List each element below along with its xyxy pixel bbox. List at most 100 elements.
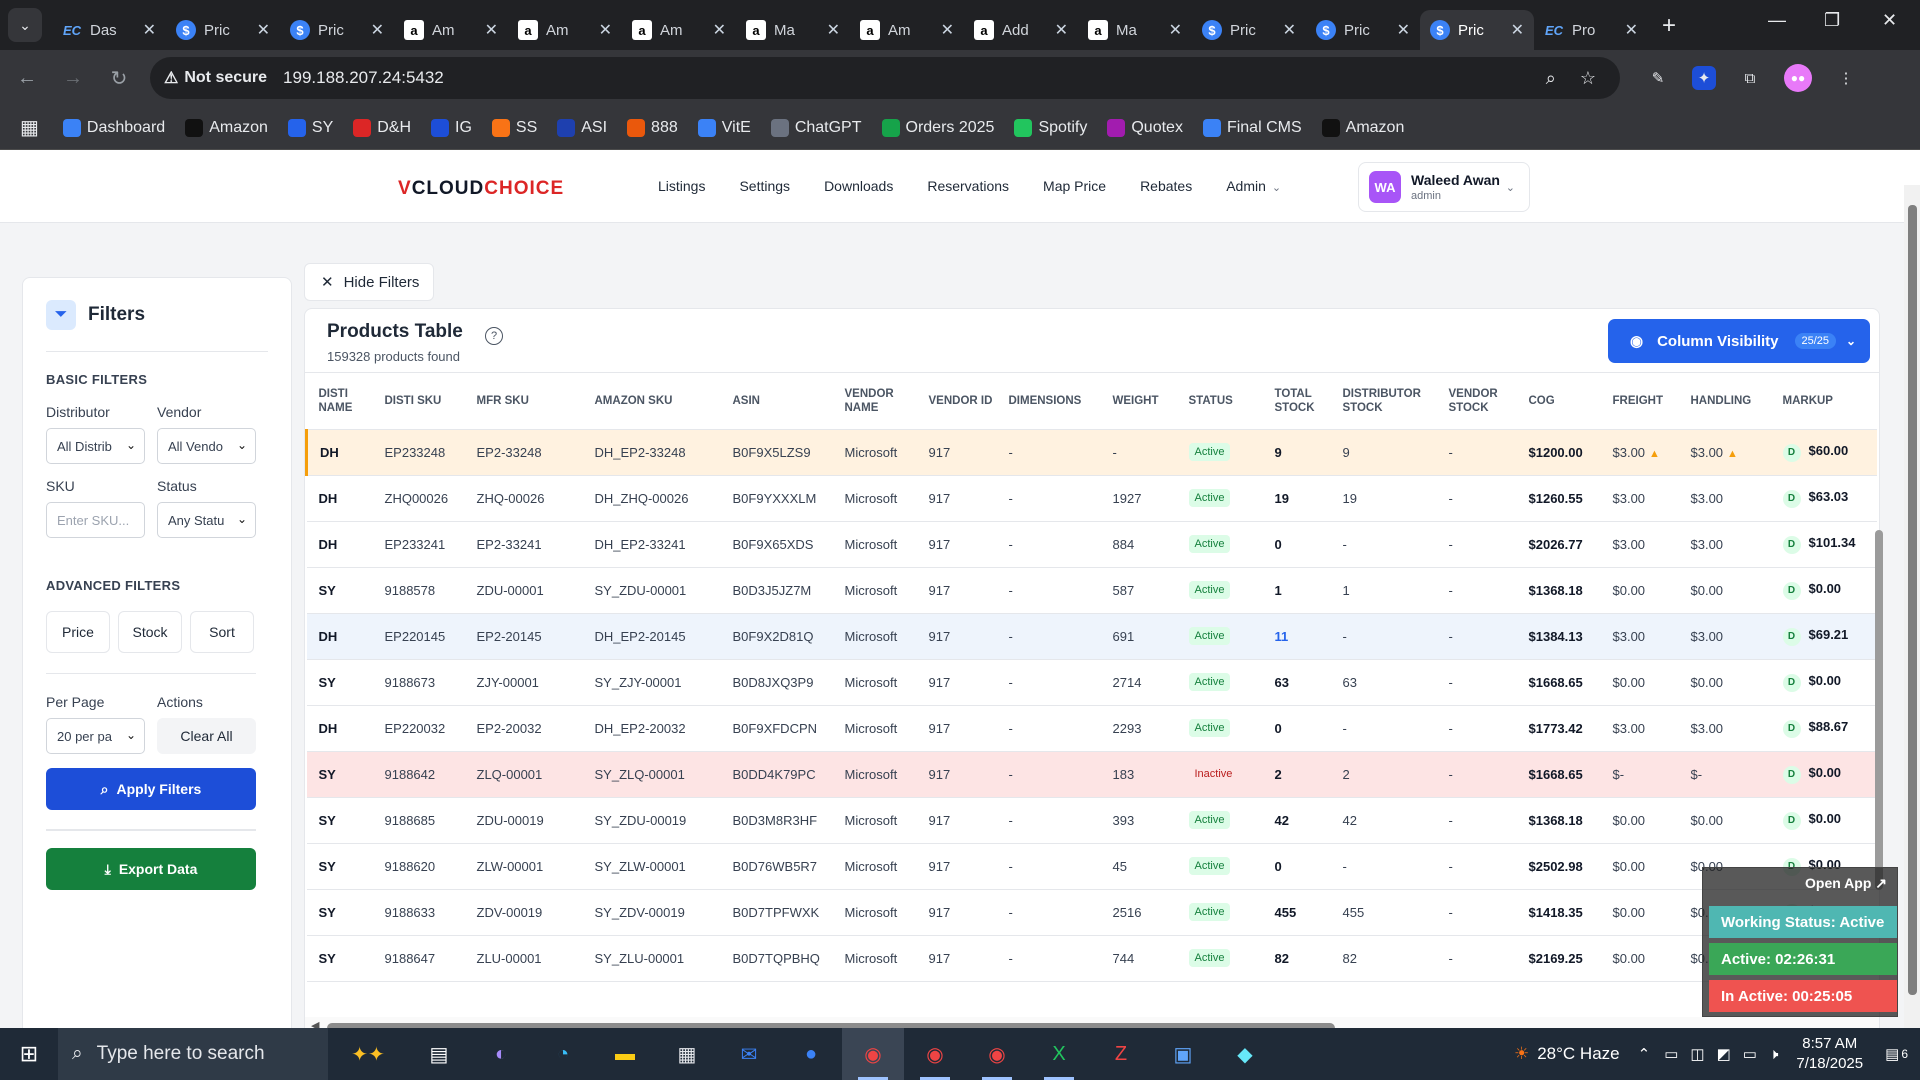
widget-sparkle-icon[interactable]: ✦✦ — [328, 1028, 408, 1080]
copilot-icon[interactable]: ◐ — [470, 1028, 532, 1080]
table-vertical-scroll-thumb[interactable] — [1875, 530, 1883, 890]
column-header[interactable]: DISTRIBUTOR STOCK — [1330, 373, 1437, 430]
extension-feather-icon[interactable]: ✎ — [1646, 66, 1670, 90]
close-window-icon[interactable]: ✕ — [1882, 10, 1897, 31]
back-icon[interactable]: ← — [8, 67, 46, 90]
table-row[interactable]: DH EP220032 EP2-20032 DH_EP2-20032 B0F9XFDCP… — [306, 705, 1877, 752]
calculator-icon[interactable]: ▣ — [1152, 1028, 1214, 1080]
vcloudchoice-logo[interactable]: VCLOUDCHOICE — [398, 178, 564, 200]
table-row[interactable]: DH EP233248 EP2-33248 DH_EP2-33248 B0F9X5LZS… — [305, 429, 1877, 476]
close-tab-icon[interactable]: ✕ — [143, 20, 156, 40]
nav-map-price[interactable]: Map Price — [1043, 178, 1106, 194]
monitor-icon[interactable]: ▭ — [1664, 1045, 1678, 1063]
close-tab-icon[interactable]: ✕ — [1397, 20, 1410, 40]
column-header[interactable]: VENDOR NAME — [832, 373, 917, 430]
browser-tab[interactable]: a Am ✕ — [622, 10, 736, 50]
capture-icon[interactable]: ◩ — [1717, 1045, 1731, 1063]
nav-admin[interactable]: Admin ⌄ — [1226, 178, 1281, 194]
new-tab-button[interactable]: + — [1662, 12, 1676, 40]
column-header[interactable]: DISTI SKU — [372, 373, 465, 430]
bookmark-item[interactable]: Orders 2025 — [881, 118, 994, 137]
markup-type-badge[interactable]: D — [1782, 765, 1801, 784]
weather-widget[interactable]: ☀ 28°C Haze — [1514, 1044, 1620, 1064]
browser-tab[interactable]: a Am ✕ — [394, 10, 508, 50]
browser-tab[interactable]: $ Pric ✕ — [280, 10, 394, 50]
clock[interactable]: 8:57 AM 7/18/2025 — [1796, 1034, 1863, 1074]
vendor-select[interactable]: All Vendo ⌄ — [157, 428, 256, 464]
browser-tab[interactable]: $ Pric ✕ — [166, 10, 280, 50]
column-visibility-button[interactable]: ◉ Column Visibility 25/25 ⌄ — [1608, 319, 1870, 363]
apply-filters-button[interactable]: ⌕ Apply Filters — [46, 768, 256, 810]
page-vertical-scrollbar[interactable] — [1904, 185, 1920, 1028]
chevron-up-icon[interactable]: ⌃ — [1638, 1045, 1651, 1063]
browser-tab[interactable]: $ Pric ✕ — [1192, 10, 1306, 50]
warning-icon[interactable]: ▲ — [1649, 448, 1660, 460]
close-tab-icon[interactable]: ✕ — [1283, 20, 1296, 40]
column-header[interactable]: FREIGHT — [1600, 373, 1679, 430]
bookmark-item[interactable]: D&H — [353, 118, 411, 137]
close-tab-icon[interactable]: ✕ — [599, 20, 612, 40]
close-tab-icon[interactable]: ✕ — [1625, 20, 1638, 40]
browser-tab[interactable]: $ Pric ✕ — [1420, 10, 1534, 50]
volume-mute-icon[interactable]: 🕨 — [1769, 1046, 1778, 1063]
zoom-icon[interactable]: ⌕ — [1546, 68, 1556, 89]
close-tab-icon[interactable]: ✕ — [257, 20, 270, 40]
status-select[interactable]: Any Statu ⌄ — [157, 502, 256, 538]
bookmark-item[interactable]: Spotify — [1014, 118, 1087, 137]
tab-search-button[interactable]: ⌄ — [8, 8, 42, 42]
table-row[interactable]: SY 9188633 ZDV-00019 SY_ZDV-00019 B0D7TPFWXK… — [306, 889, 1877, 936]
notification-center-icon[interactable]: ▤ 6 — [1885, 1045, 1908, 1063]
bookmark-item[interactable]: SS — [491, 118, 537, 137]
sku-input[interactable]: Enter SKU... — [46, 502, 145, 538]
column-header[interactable]: VENDOR ID — [916, 373, 997, 430]
sort-button[interactable]: Sort — [190, 611, 254, 653]
close-tab-icon[interactable]: ✕ — [1055, 20, 1068, 40]
task-view-icon[interactable]: ▤ — [408, 1028, 470, 1080]
column-header[interactable]: WEIGHT — [1100, 373, 1177, 430]
restore-icon[interactable]: ❐ — [1824, 10, 1840, 31]
per-page-select[interactable]: 20 per pa ⌄ — [46, 718, 145, 754]
apps-grid-icon[interactable]: ▦ — [20, 115, 39, 140]
scroll-left-icon[interactable]: ◀ — [311, 1019, 319, 1028]
url-text[interactable]: 199.188.207.24:5432 — [283, 68, 1546, 88]
bookmark-item[interactable]: Quotex — [1107, 118, 1183, 137]
markup-type-badge[interactable]: D — [1782, 581, 1801, 600]
bookmark-star-icon[interactable]: ☆ — [1580, 68, 1596, 89]
forward-icon[interactable]: → — [54, 67, 92, 90]
table-row[interactable]: SY 9188647 ZLU-00001 SY_ZLU-00001 B0D7TQPBHQ… — [306, 935, 1877, 982]
close-tab-icon[interactable]: ✕ — [827, 20, 840, 40]
help-icon[interactable]: ? — [485, 327, 503, 345]
export-data-button[interactable]: ⤓ Export Data — [46, 848, 256, 890]
browser-tab[interactable]: a Ma ✕ — [736, 10, 850, 50]
omnibox[interactable]: ⚠ Not secure 199.188.207.24:5432 ⌕ ☆ — [150, 57, 1620, 99]
column-header[interactable]: DIMENSIONS — [996, 373, 1101, 430]
browser-tab[interactable]: a Ma ✕ — [1078, 10, 1192, 50]
warning-icon[interactable]: ▲ — [1727, 448, 1738, 460]
table-row[interactable]: DH ZHQ00026 ZHQ-00026 DH_ZHQ-00026 B0F9YXXXL… — [306, 475, 1877, 522]
column-header[interactable]: ASIN — [720, 373, 833, 430]
bookmark-item[interactable]: IG — [431, 118, 472, 137]
column-header[interactable]: VENDOR STOCK — [1436, 373, 1517, 430]
open-app-link[interactable]: Open App ↗ — [1805, 875, 1887, 892]
extension-dropbox-icon[interactable]: ✦ — [1692, 66, 1716, 90]
table-row[interactable]: SY 9188642 ZLQ-00001 SY_ZLQ-00001 B0DD4K79PC… — [306, 751, 1877, 798]
close-tab-icon[interactable]: ✕ — [941, 20, 954, 40]
column-header[interactable]: MFR SKU — [464, 373, 583, 430]
table-row[interactable]: DH EP220145 EP2-20145 DH_EP2-20145 B0F9X2D81… — [306, 613, 1877, 660]
bookmark-item[interactable]: ASI — [557, 118, 607, 137]
nav-downloads[interactable]: Downloads — [824, 178, 893, 194]
horizontal-scrollbar[interactable]: ◀ — [305, 1017, 1879, 1028]
close-tab-icon[interactable]: ✕ — [1169, 20, 1182, 40]
profile-avatar-icon[interactable]: ●● — [1784, 64, 1812, 92]
app-diamond-icon[interactable]: ◆ — [1214, 1028, 1276, 1080]
nav-settings[interactable]: Settings — [739, 178, 790, 194]
bookmark-item[interactable]: Amazon — [185, 118, 268, 137]
markup-type-badge[interactable]: D — [1782, 811, 1801, 830]
column-header[interactable]: HANDLING — [1678, 373, 1771, 430]
extensions-puzzle-icon[interactable]: ⧉ — [1738, 66, 1762, 90]
nav-rebates[interactable]: Rebates — [1140, 178, 1192, 194]
distributor-select[interactable]: All Distrib ⌄ — [46, 428, 145, 464]
close-tab-icon[interactable]: ✕ — [371, 20, 384, 40]
clear-all-button[interactable]: Clear All — [157, 718, 256, 754]
column-header[interactable]: STATUS — [1176, 373, 1263, 430]
